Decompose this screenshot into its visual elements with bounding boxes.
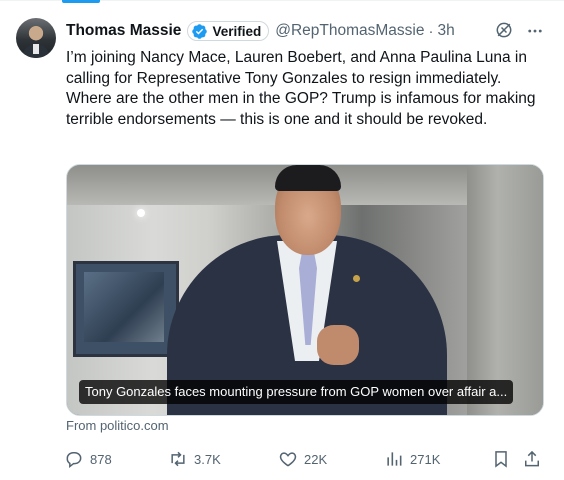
share-button[interactable] [522, 446, 542, 472]
like-count: 22K [304, 451, 328, 467]
photo-light [137, 209, 145, 217]
repost-button[interactable]: 3.7K [168, 446, 221, 472]
grok-icon[interactable] [494, 20, 514, 40]
link-card[interactable]: Tony Gonzales faces mounting pressure fr… [66, 164, 544, 416]
photo-painting [73, 261, 179, 357]
verified-label: Verified [212, 23, 262, 39]
bookmark-button[interactable] [491, 446, 511, 472]
photo-person-hair [275, 165, 341, 191]
reply-count: 878 [90, 451, 112, 467]
card-source[interactable]: From politico.com [66, 418, 169, 433]
separator-dot: · [428, 22, 434, 40]
share-icon [525, 450, 539, 467]
heart-icon [279, 452, 297, 467]
timestamp[interactable]: 3h [437, 22, 454, 40]
card-caption: Tony Gonzales faces mounting pressure fr… [79, 380, 514, 404]
reply-icon [66, 452, 82, 469]
photo-pillar [467, 165, 543, 415]
photo-person-hand [317, 325, 359, 365]
tab-indicator [62, 0, 100, 3]
action-bar: 878 3.7K 22K 271K [64, 446, 548, 472]
verified-badge-icon [192, 23, 208, 39]
avatar[interactable] [16, 18, 56, 58]
repost-icon [171, 451, 185, 467]
author-handle[interactable]: @RepThomasMassie [275, 22, 424, 40]
views-button[interactable]: 271K [384, 446, 440, 472]
views-icon [387, 452, 402, 466]
reply-button[interactable]: 878 [64, 446, 112, 472]
view-count: 271K [410, 451, 441, 467]
bookmark-icon [495, 451, 507, 468]
more-icon[interactable] [524, 22, 546, 40]
author-name[interactable]: Thomas Massie [66, 22, 181, 40]
repost-count: 3.7K [194, 451, 221, 467]
verified-pill[interactable]: Verified [187, 21, 270, 41]
photo-lapel-pin [353, 275, 360, 282]
like-button[interactable]: 22K [278, 446, 327, 472]
avatar-shirt [33, 44, 39, 54]
tweet-text: I’m joining Nancy Mace, Lauren Boebert, … [66, 49, 536, 128]
tweet-header: Thomas Massie Verified @RepThomasMassie … [66, 20, 455, 42]
